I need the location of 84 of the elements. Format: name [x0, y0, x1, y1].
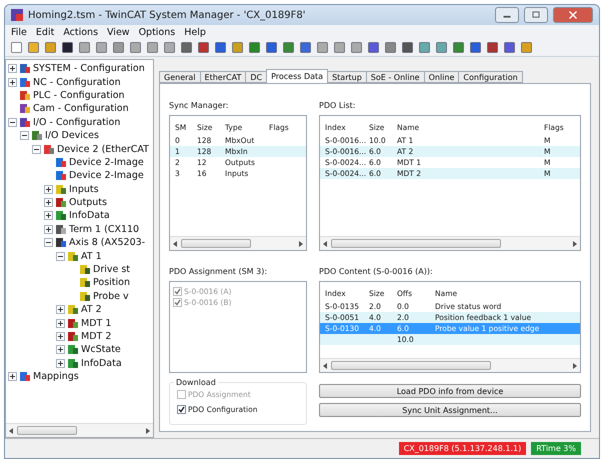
action-button[interactable]: Sync Unit Assignment...: [319, 403, 581, 417]
menu-item[interactable]: Options: [138, 26, 176, 38]
expand-toggle[interactable]: [56, 345, 65, 354]
scroll-left-icon[interactable]: [173, 240, 178, 246]
tree-item[interactable]: I/O - Configuration: [33, 116, 120, 128]
expand-toggle[interactable]: [44, 184, 53, 194]
menu-item[interactable]: File: [11, 26, 27, 38]
tree-item[interactable]: MDT 1: [81, 318, 112, 329]
toolbar-icon[interactable]: [61, 41, 74, 54]
scroll-left-icon[interactable]: [323, 362, 328, 368]
section-label: Sync Manager:: [169, 101, 230, 110]
menu-item[interactable]: Edit: [36, 26, 54, 38]
tree-item[interactable]: Cam - Configuration: [33, 103, 129, 114]
menu-item[interactable]: Actions: [63, 26, 98, 38]
tree-item[interactable]: InfoData: [69, 210, 110, 222]
collapse-toggle[interactable]: [20, 131, 29, 140]
tree-item[interactable]: I/O Devices: [45, 130, 99, 142]
tab[interactable]: Online: [424, 71, 460, 83]
scroll-right-icon[interactable]: [572, 240, 577, 246]
status-indicator: CX_0189F8 (5.1.137.248.1.1): [398, 442, 526, 455]
close-button[interactable]: [553, 7, 593, 23]
action-button[interactable]: Load PDO info from device: [319, 384, 581, 398]
tree-item[interactable]: InfoData: [81, 358, 122, 369]
tab[interactable]: SoE - Online: [366, 71, 425, 83]
collapse-toggle[interactable]: [32, 144, 41, 154]
horizontal-scrollbar[interactable]: [6, 423, 153, 437]
tree-item[interactable]: PLC - Configuration: [33, 90, 125, 101]
expand-toggle[interactable]: [56, 332, 65, 341]
toolbar-icon[interactable]: [401, 41, 414, 54]
window-title: Homing2.tsm - TwinCAT System Manager - 'CX_0189F8': [28, 10, 306, 20]
scroll-right-icon[interactable]: [572, 362, 577, 368]
tab[interactable]: DC: [245, 71, 268, 83]
app-icon: [11, 9, 23, 21]
expand-toggle[interactable]: [44, 224, 53, 234]
scroll-left-icon[interactable]: [9, 428, 14, 434]
tree-item[interactable]: Term 1 (CX110: [69, 224, 140, 235]
tree-item[interactable]: Probe v: [93, 290, 129, 302]
tree-item[interactable]: Mappings: [33, 371, 79, 382]
expand-toggle[interactable]: [8, 372, 17, 382]
tab[interactable]: Process Data: [266, 69, 328, 83]
tree-item[interactable]: AT 1: [81, 250, 102, 262]
horizontal-scrollbar[interactable]: [170, 236, 306, 250]
tree-item[interactable]: WcState: [81, 344, 121, 356]
section-label: PDO Assignment (SM 3):: [169, 267, 268, 276]
status-indicator: RTime 3%: [531, 442, 581, 455]
tree-item[interactable]: MDT 2: [81, 331, 112, 342]
expand-toggle[interactable]: [56, 358, 65, 368]
collapse-toggle[interactable]: [56, 252, 65, 261]
expand-toggle[interactable]: [44, 198, 53, 208]
tree-item[interactable]: NC - Configuration: [33, 76, 121, 88]
expand-toggle[interactable]: [8, 78, 17, 87]
horizontal-scrollbar[interactable]: [320, 358, 580, 372]
expand-toggle[interactable]: [8, 64, 17, 74]
expand-toggle[interactable]: [56, 305, 65, 314]
scroll-right-icon[interactable]: [145, 428, 150, 434]
tab[interactable]: Configuration: [458, 71, 523, 83]
menu-item[interactable]: Help: [184, 26, 206, 38]
tree-item[interactable]: Drive st: [93, 264, 130, 276]
collapse-toggle[interactable]: [8, 118, 17, 127]
section-label: PDO List:: [319, 101, 357, 110]
scroll-right-icon[interactable]: [298, 240, 303, 246]
tree-item[interactable]: SYSTEM - Configuration: [33, 63, 145, 74]
tree-item[interactable]: Device 2-Image: [69, 156, 144, 168]
expand-toggle[interactable]: [44, 211, 53, 220]
tree-item[interactable]: Inputs: [69, 184, 99, 195]
tree-item[interactable]: Outputs: [69, 197, 107, 208]
group-label: Download: [175, 378, 217, 387]
tab[interactable]: EtherCAT: [200, 71, 246, 83]
maximize-button[interactable]: [524, 7, 548, 23]
menu-item[interactable]: View: [107, 26, 130, 38]
tree-item[interactable]: Position: [93, 277, 130, 288]
tab[interactable]: Startup: [327, 71, 367, 83]
horizontal-scrollbar[interactable]: [320, 236, 580, 250]
tree-item[interactable]: Axis 8 (AX5203-: [69, 237, 146, 248]
minimize-button[interactable]: [495, 7, 519, 23]
tree-item[interactable]: Device 2 (EtherCAT: [57, 144, 149, 155]
expand-toggle[interactable]: [56, 318, 65, 328]
scroll-left-icon[interactable]: [323, 240, 328, 246]
checkbox[interactable]: [177, 405, 186, 414]
tab[interactable]: General: [159, 71, 201, 83]
tree-item[interactable]: AT 2: [81, 304, 102, 316]
section-label: PDO Content (S-0-0016 (A)):: [319, 267, 434, 276]
collapse-toggle[interactable]: [44, 238, 53, 248]
tree-item[interactable]: Device 2-Image: [69, 170, 144, 182]
